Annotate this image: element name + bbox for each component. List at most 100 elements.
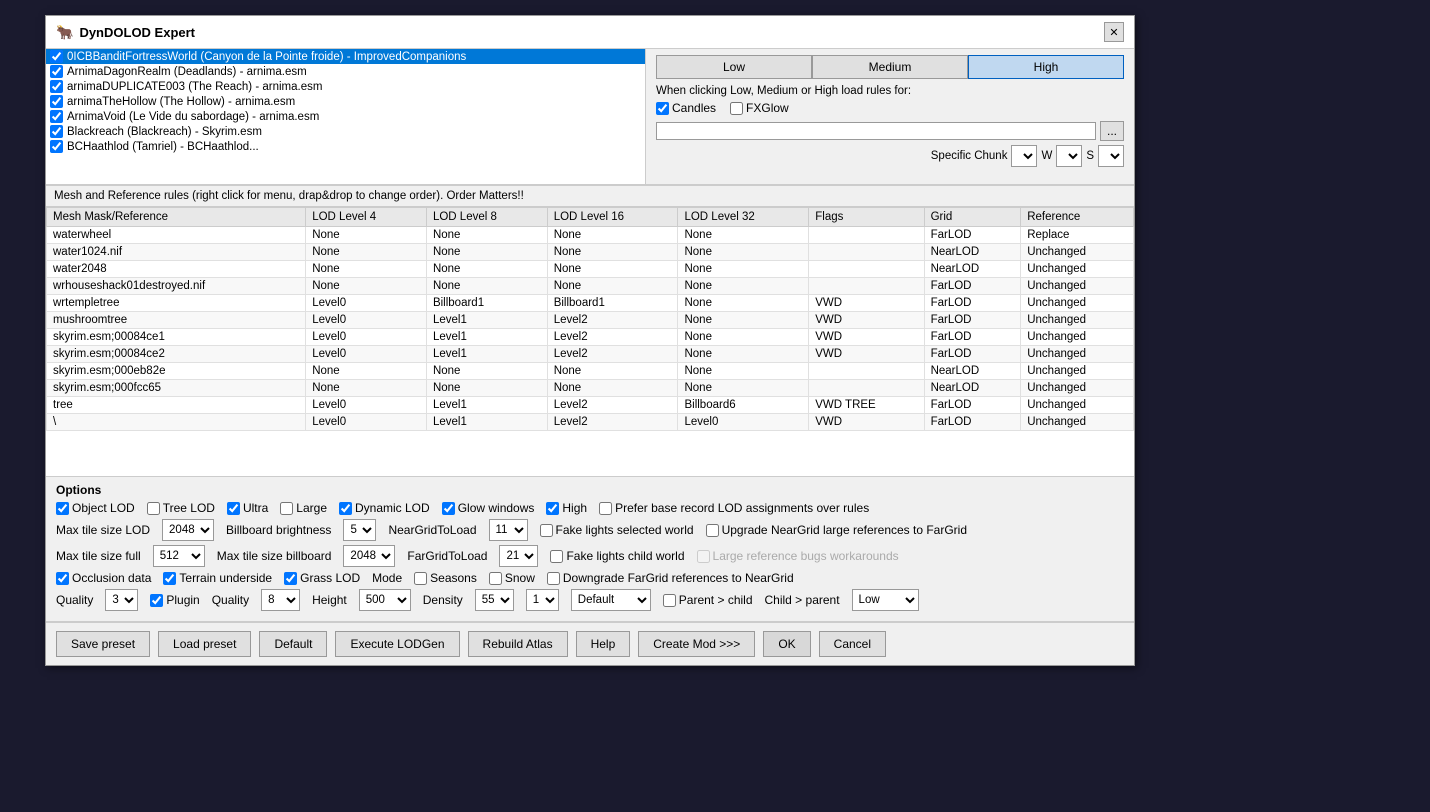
low-preset-button[interactable]: Low xyxy=(656,55,812,79)
list-item[interactable]: ArnimaDagonRealm (Deadlands) - arnima.es… xyxy=(46,64,645,79)
list-item[interactable]: arnimaTheHollow (The Hollow) - arnima.es… xyxy=(46,94,645,109)
tree-lod-checkbox[interactable] xyxy=(147,502,160,515)
terrain-underside-label[interactable]: Terrain underside xyxy=(163,571,272,585)
list-item[interactable]: ArnimaVoid (Le Vide du sabordage) - arni… xyxy=(46,109,645,124)
near-grid-select[interactable]: 11 9 13 xyxy=(489,519,528,541)
dynamic-lod-checkbox[interactable] xyxy=(339,502,352,515)
grass-lod-checkbox[interactable] xyxy=(284,572,297,585)
fake-lights-selected-checkbox[interactable] xyxy=(540,524,553,537)
ultra-label[interactable]: Ultra xyxy=(227,501,268,515)
help-button[interactable]: Help xyxy=(576,631,631,657)
list-item[interactable]: Blackreach (Blackreach) - Skyrim.esm xyxy=(46,124,645,139)
list-item[interactable]: BCHaathlod (Tamriel) - BCHaathlod... xyxy=(46,139,645,154)
rebuild-atlas-button[interactable]: Rebuild Atlas xyxy=(468,631,568,657)
downgrade-far-grid-label[interactable]: Downgrade FarGrid references to NearGrid xyxy=(547,571,794,585)
table-row[interactable]: skyrim.esm;00084ce1Level0Level1Level2Non… xyxy=(47,329,1134,346)
list-item-checkbox[interactable] xyxy=(50,110,63,123)
parent-child-label[interactable]: Parent > child xyxy=(663,593,753,607)
list-item-checkbox[interactable] xyxy=(50,65,63,78)
prefer-base-label[interactable]: Prefer base record LOD assignments over … xyxy=(599,501,869,515)
list-item-checkbox[interactable] xyxy=(50,95,63,108)
glow-windows-label[interactable]: Glow windows xyxy=(442,501,535,515)
density-value-select[interactable]: 123 xyxy=(526,589,559,611)
high-label[interactable]: High xyxy=(546,501,587,515)
browse-button[interactable]: ... xyxy=(1100,121,1124,141)
execute-lodgen-button[interactable]: Execute LODGen xyxy=(335,631,459,657)
load-preset-button[interactable]: Load preset xyxy=(158,631,251,657)
snow-checkbox[interactable] xyxy=(489,572,502,585)
ok-button[interactable]: OK xyxy=(763,631,810,657)
candles-checkbox[interactable] xyxy=(656,102,669,115)
max-tile-lod-select[interactable]: 2048 1024 512 xyxy=(162,519,214,541)
tree-lod-label[interactable]: Tree LOD xyxy=(147,501,215,515)
seasons-checkbox[interactable] xyxy=(414,572,427,585)
list-item[interactable]: arnimaDUPLICATE003 (The Reach) - arnima.… xyxy=(46,79,645,94)
height-select[interactable]: 5002501000 xyxy=(359,589,411,611)
world-list[interactable]: 0ICBBanditFortressWorld (Canyon de la Po… xyxy=(46,49,646,184)
w-select[interactable] xyxy=(1056,145,1082,167)
quality-left-select[interactable]: 315 xyxy=(105,589,138,611)
table-row[interactable]: \Level0Level1Level2Level0VWDFarLODUnchan… xyxy=(47,414,1134,431)
list-item-checkbox[interactable] xyxy=(50,80,63,93)
plugin-checkbox[interactable] xyxy=(150,594,163,607)
fake-lights-child-checkbox[interactable] xyxy=(550,550,563,563)
density-select[interactable]: 553080 xyxy=(475,589,514,611)
occlusion-checkbox[interactable] xyxy=(56,572,69,585)
table-row[interactable]: skyrim.esm;000fcc65NoneNoneNoneNoneNearL… xyxy=(47,380,1134,397)
parent-child-checkbox[interactable] xyxy=(663,594,676,607)
list-item-checkbox[interactable] xyxy=(50,140,63,153)
fake-lights-child-label[interactable]: Fake lights child world xyxy=(550,549,684,563)
list-item[interactable]: 0ICBBanditFortressWorld (Canyon de la Po… xyxy=(46,49,645,64)
fxglow-checkbox[interactable] xyxy=(730,102,743,115)
fxglow-checkbox-label[interactable]: FXGlow xyxy=(730,101,789,115)
large-checkbox[interactable] xyxy=(280,502,293,515)
table-row[interactable]: wrtempletreeLevel0Billboard1Billboard1No… xyxy=(47,295,1134,312)
table-row[interactable]: water2048NoneNoneNoneNoneNearLODUnchange… xyxy=(47,261,1134,278)
max-tile-full-select[interactable]: 512 256 1024 xyxy=(153,545,205,567)
create-mod-button[interactable]: Create Mod >>> xyxy=(638,631,755,657)
save-preset-button[interactable]: Save preset xyxy=(56,631,150,657)
high-preset-button[interactable]: High xyxy=(968,55,1124,79)
large-label[interactable]: Large xyxy=(280,501,327,515)
rules-table-container[interactable]: Mesh Mask/Reference LOD Level 4 LOD Leve… xyxy=(46,207,1134,477)
downgrade-far-grid-checkbox[interactable] xyxy=(547,572,560,585)
far-grid-select[interactable]: 21 17 25 xyxy=(499,545,538,567)
medium-preset-button[interactable]: Medium xyxy=(812,55,968,79)
table-row[interactable]: treeLevel0Level1Level2Billboard6VWD TREE… xyxy=(47,397,1134,414)
dynamic-lod-label[interactable]: Dynamic LOD xyxy=(339,501,430,515)
cancel-button[interactable]: Cancel xyxy=(819,631,886,657)
candles-checkbox-label[interactable]: Candles xyxy=(656,101,716,115)
s-select[interactable] xyxy=(1098,145,1124,167)
prefer-base-checkbox[interactable] xyxy=(599,502,612,515)
terrain-underside-checkbox[interactable] xyxy=(163,572,176,585)
default-select[interactable]: Default xyxy=(571,589,651,611)
snow-label[interactable]: Snow xyxy=(489,571,535,585)
ultra-checkbox[interactable] xyxy=(227,502,240,515)
table-row[interactable]: waterwheelNoneNoneNoneNoneFarLODReplace xyxy=(47,227,1134,244)
object-lod-label[interactable]: Object LOD xyxy=(56,501,135,515)
table-row[interactable]: water1024.nifNoneNoneNoneNoneNearLODUnch… xyxy=(47,244,1134,261)
occlusion-label[interactable]: Occlusion data xyxy=(56,571,151,585)
seasons-label[interactable]: Seasons xyxy=(414,571,477,585)
fake-lights-selected-label[interactable]: Fake lights selected world xyxy=(540,523,694,537)
upgrade-near-grid-label[interactable]: Upgrade NearGrid large references to Far… xyxy=(706,523,967,537)
table-row[interactable]: skyrim.esm;000eb82eNoneNoneNoneNoneNearL… xyxy=(47,363,1134,380)
max-tile-billboard-select[interactable]: 2048 1024 xyxy=(343,545,395,567)
table-row[interactable]: mushroomtreeLevel0Level1Level2NoneVWDFar… xyxy=(47,312,1134,329)
table-row[interactable]: wrhouseshack01destroyed.nifNoneNoneNoneN… xyxy=(47,278,1134,295)
billboard-brightness-select[interactable]: 5 3 7 xyxy=(343,519,376,541)
output-path-input[interactable]: A:\Vortex Mods\DynDOLOD\DynDOLOD_Output\ xyxy=(656,122,1096,140)
grass-lod-label[interactable]: Grass LOD xyxy=(284,571,360,585)
object-lod-checkbox[interactable] xyxy=(56,502,69,515)
quality-right-select[interactable]: 8412 xyxy=(261,589,300,611)
close-button[interactable]: ✕ xyxy=(1104,22,1124,42)
plugin-label[interactable]: Plugin xyxy=(150,593,199,607)
high-checkbox[interactable] xyxy=(546,502,559,515)
default-button[interactable]: Default xyxy=(259,631,327,657)
table-row[interactable]: skyrim.esm;00084ce2Level0Level1Level2Non… xyxy=(47,346,1134,363)
child-parent-select[interactable]: LowMediumHigh xyxy=(852,589,919,611)
specific-chunk-select[interactable] xyxy=(1011,145,1037,167)
glow-windows-checkbox[interactable] xyxy=(442,502,455,515)
list-item-checkbox[interactable] xyxy=(50,50,63,63)
list-item-checkbox[interactable] xyxy=(50,125,63,138)
